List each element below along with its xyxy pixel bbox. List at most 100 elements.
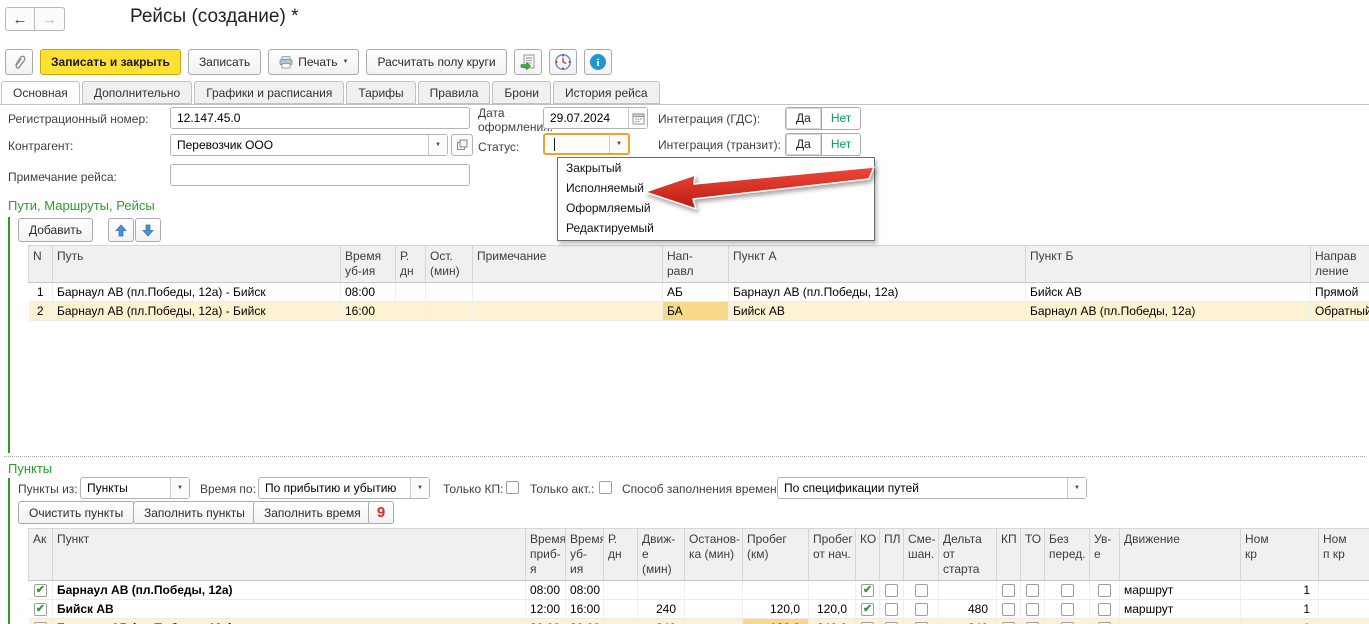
points-cell-bez[interactable] [1045, 581, 1090, 600]
tab-tariffs[interactable]: Тарифы [346, 81, 415, 104]
only-kp-checkbox[interactable] [506, 481, 519, 494]
contractor-dropdown-button[interactable]: ▼ [428, 135, 447, 155]
status-dropdown-button[interactable]: ▼ [609, 135, 628, 153]
fill-time-button[interactable]: Заполнить время [253, 501, 372, 524]
points-cell-nompkr[interactable] [1319, 600, 1369, 619]
points-cell-rdn[interactable] [604, 581, 638, 600]
points-cell-movement[interactable]: маршрут [1120, 619, 1241, 624]
fill-method-combobox[interactable]: По спецификации путей ▼ [777, 477, 1087, 499]
routes-cell-n[interactable]: 2 [29, 302, 53, 321]
points-cell-run[interactable] [743, 581, 809, 600]
points-cell-arr[interactable]: 20:00 [526, 619, 566, 624]
points-cell-bez[interactable] [1045, 600, 1090, 619]
points-cell-run[interactable]: 120,0 [743, 619, 809, 624]
points-cell-arr[interactable]: 12:00 [526, 600, 566, 619]
integration-transit-no-button[interactable]: Нет [822, 134, 860, 155]
routes-cell-a[interactable]: Бийск АВ [729, 302, 1026, 321]
points-cell-smesh[interactable] [904, 600, 939, 619]
kp-checkbox[interactable] [1002, 584, 1015, 597]
ko-checkbox[interactable] [861, 603, 874, 616]
integration-gds-yes-button[interactable]: Да [786, 108, 822, 129]
routes-cell-b[interactable]: Бийск АВ [1026, 283, 1311, 302]
calc-half-circles-button[interactable]: Расчитать полу круги [366, 49, 506, 75]
points-from-combobox[interactable]: Пункты ▼ [80, 477, 190, 499]
points-cell-dep[interactable]: 20:00 [566, 619, 604, 624]
points-cell-dep[interactable]: 08:00 [566, 581, 604, 600]
ak-checkbox[interactable] [34, 584, 47, 597]
points-cell-ak[interactable] [29, 600, 53, 619]
points-cell-pl[interactable] [880, 600, 904, 619]
points-cell-run[interactable]: 120,0 [743, 600, 809, 619]
points-cell-kp[interactable] [997, 600, 1021, 619]
points-cell-smesh[interactable] [904, 581, 939, 600]
points-cell-delta[interactable] [939, 581, 997, 600]
points-cell-point[interactable]: Барнаул АВ (пл.Победы, 12а) [53, 619, 526, 624]
routes-row-1[interactable]: 1Барнаул АВ (пл.Победы, 12а) - Бийск08:0… [29, 283, 1369, 302]
add-route-button[interactable]: Добавить [18, 218, 93, 242]
routes-cell-note[interactable] [473, 302, 663, 321]
reg-number-input[interactable] [170, 107, 470, 129]
points-cell-arr[interactable]: 08:00 [526, 581, 566, 600]
points-from-dropdown-button[interactable]: ▼ [170, 478, 189, 498]
forward-button[interactable]: → [35, 7, 65, 31]
points-cell-kp[interactable] [997, 581, 1021, 600]
uve-checkbox[interactable] [1098, 603, 1111, 616]
points-cell-point[interactable]: Барнаул АВ (пл.Победы, 12а) [53, 581, 526, 600]
integration-gds-no-button[interactable]: Нет [822, 108, 860, 129]
points-cell-smesh[interactable] [904, 619, 939, 624]
points-cell-nomkr[interactable]: 1 [1241, 619, 1319, 624]
routes-cell-path[interactable]: Барнаул АВ (пл.Победы, 12а) - Бийск [53, 283, 341, 302]
points-row-3[interactable]: Барнаул АВ (пл.Победы, 12а)20:0020:00240… [29, 619, 1369, 624]
status-option-2[interactable]: Исполняемый [558, 179, 874, 199]
date-input[interactable]: 29.07.2024 [543, 107, 648, 129]
save-close-button[interactable]: Записать и закрыть [40, 49, 181, 75]
contractor-open-button[interactable] [451, 134, 473, 156]
points-cell-bez[interactable] [1045, 619, 1090, 624]
points-cell-nompkr[interactable] [1319, 619, 1369, 624]
routes-cell-dep[interactable]: 16:00 [341, 302, 396, 321]
to-checkbox[interactable] [1026, 584, 1039, 597]
routes-cell-rdn[interactable] [396, 302, 426, 321]
points-cell-ak[interactable] [29, 581, 53, 600]
attach-button[interactable] [5, 49, 33, 75]
status-option-1[interactable]: Закрытый [558, 159, 874, 179]
points-cell-ak[interactable] [29, 619, 53, 624]
map-pin-button[interactable]: 9 [368, 501, 394, 524]
points-cell-dep[interactable]: 16:00 [566, 600, 604, 619]
points-cell-nomkr[interactable]: 1 [1241, 581, 1319, 600]
points-cell-ko[interactable] [856, 619, 880, 624]
points-cell-delta[interactable]: 480 [939, 600, 997, 619]
tab-history[interactable]: История рейса [553, 81, 660, 104]
points-cell-delta[interactable]: 240 [939, 619, 997, 624]
move-up-button[interactable] [108, 218, 134, 242]
routes-cell-ost[interactable] [426, 302, 473, 321]
points-cell-point[interactable]: Бийск АВ [53, 600, 526, 619]
status-option-3[interactable]: Оформляемый [558, 199, 874, 219]
routes-cell-path[interactable]: Барнаул АВ (пл.Победы, 12а) - Бийск [53, 302, 341, 321]
points-cell-uve[interactable] [1090, 619, 1120, 624]
smesh-checkbox[interactable] [915, 584, 928, 597]
points-cell-stop[interactable] [685, 619, 743, 624]
tab-additional[interactable]: Дополнительно [82, 81, 192, 104]
points-cell-rdn[interactable] [604, 600, 638, 619]
routes-cell-dir[interactable]: БА [663, 302, 729, 321]
routes-cell-n[interactable]: 1 [29, 283, 53, 302]
uve-checkbox[interactable] [1098, 584, 1111, 597]
points-cell-rdn[interactable] [604, 619, 638, 624]
points-row-1[interactable]: Барнаул АВ (пл.Победы, 12а)08:0008:00мар… [29, 581, 1369, 600]
points-cell-stop[interactable] [685, 600, 743, 619]
points-cell-move[interactable] [638, 581, 685, 600]
points-cell-movement[interactable]: маршрут [1120, 600, 1241, 619]
routes-cell-ost[interactable] [426, 283, 473, 302]
points-cell-pl[interactable] [880, 581, 904, 600]
points-cell-nompkr[interactable] [1319, 581, 1369, 600]
tab-schedules[interactable]: Графики и расписания [194, 81, 344, 104]
routes-cell-b[interactable]: Барнаул АВ (пл.Победы, 12а) [1026, 302, 1311, 321]
bez-checkbox[interactable] [1061, 603, 1074, 616]
points-cell-stop[interactable] [685, 581, 743, 600]
points-cell-move[interactable]: 240 [638, 619, 685, 624]
routes-cell-rdn[interactable] [396, 283, 426, 302]
points-cell-runtot[interactable]: 240,0 [809, 619, 856, 624]
routes-cell-direction[interactable]: Обратный [1311, 302, 1369, 321]
points-cell-ko[interactable] [856, 600, 880, 619]
